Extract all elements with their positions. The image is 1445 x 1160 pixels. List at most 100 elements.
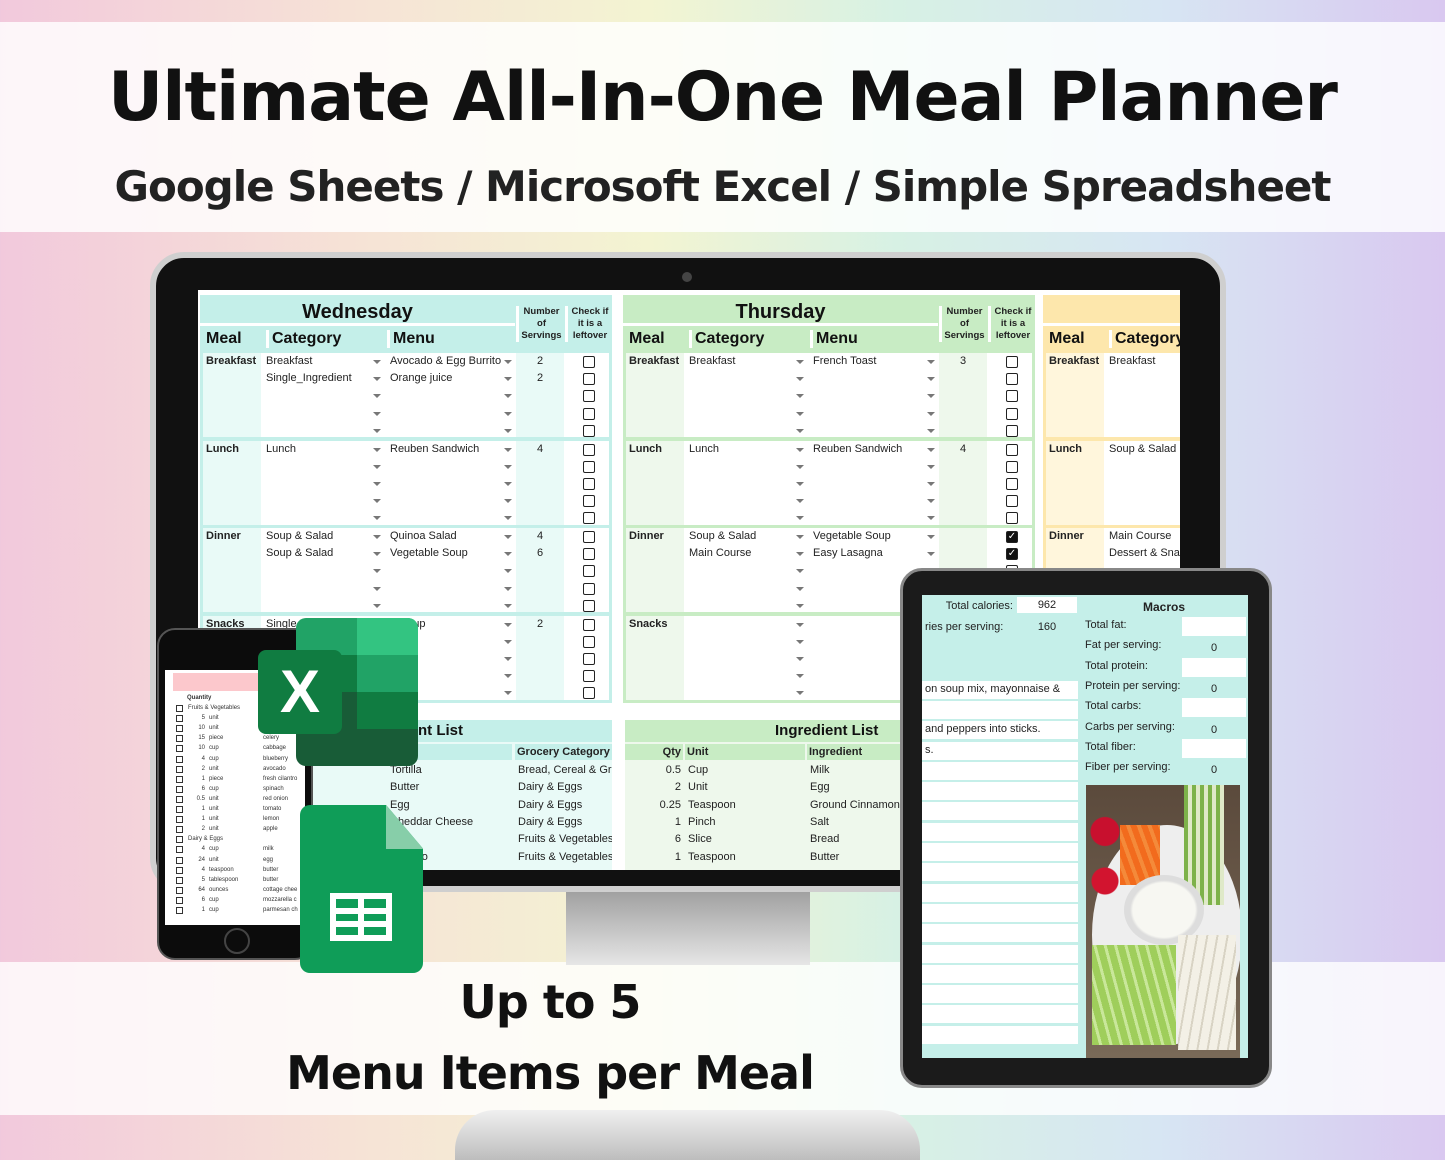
leftover-checkbox[interactable] (1006, 460, 1018, 473)
leftover-checkbox[interactable] (583, 531, 595, 543)
category-dropdown[interactable]: Dessert & Sna (1109, 547, 1180, 559)
dropdown-arrow-icon[interactable] (504, 394, 512, 399)
leftover-checkbox[interactable] (583, 477, 595, 490)
dropdown-arrow-icon[interactable] (796, 360, 804, 364)
grocery-checkbox[interactable] (176, 735, 183, 743)
dropdown-arrow-icon[interactable] (796, 428, 804, 433)
dropdown-arrow-icon[interactable] (504, 516, 512, 521)
dropdown-arrow-icon[interactable] (504, 622, 512, 627)
leftover-checkbox[interactable] (583, 443, 595, 456)
leftover-checkbox[interactable] (1006, 495, 1018, 508)
grocery-checkbox[interactable] (176, 755, 183, 763)
dropdown-arrow-icon[interactable] (504, 639, 512, 644)
dropdown-arrow-icon[interactable] (373, 428, 381, 433)
dropdown-arrow-icon[interactable] (504, 428, 512, 433)
dropdown-arrow-icon[interactable] (373, 447, 381, 452)
grocery-checkbox[interactable] (176, 846, 183, 854)
leftover-checkbox[interactable] (1006, 512, 1018, 525)
dropdown-arrow-icon[interactable] (927, 552, 935, 557)
menu-dropdown[interactable]: Easy Lasagna (813, 547, 925, 559)
dropdown-arrow-icon[interactable] (927, 499, 935, 504)
category-dropdown[interactable]: Main Course (689, 547, 794, 559)
dropdown-arrow-icon[interactable] (373, 377, 381, 382)
dropdown-arrow-icon[interactable] (504, 586, 512, 591)
dropdown-arrow-icon[interactable] (504, 603, 512, 608)
dropdown-arrow-icon[interactable] (373, 394, 381, 399)
menu-dropdown[interactable]: French Toast (813, 355, 925, 367)
dropdown-arrow-icon[interactable] (504, 499, 512, 504)
leftover-checkbox[interactable]: ✓ (1006, 548, 1018, 561)
grocery-checkbox[interactable] (176, 886, 183, 894)
leftover-checkbox[interactable] (583, 652, 595, 665)
dropdown-arrow-icon[interactable] (373, 552, 381, 557)
category-dropdown[interactable]: Soup & Salad (689, 530, 794, 542)
dropdown-arrow-icon[interactable] (796, 674, 804, 679)
grocery-checkbox[interactable] (176, 765, 183, 773)
leftover-checkbox[interactable]: ✓ (1006, 531, 1018, 543)
leftover-checkbox[interactable] (583, 635, 595, 648)
category-dropdown[interactable]: Soup & Salad (1109, 443, 1180, 455)
dropdown-arrow-icon[interactable] (504, 360, 512, 364)
grocery-checkbox[interactable] (176, 715, 183, 723)
dropdown-arrow-icon[interactable] (796, 552, 804, 557)
leftover-checkbox[interactable] (583, 548, 595, 561)
leftover-checkbox[interactable] (583, 373, 595, 386)
dropdown-arrow-icon[interactable] (504, 552, 512, 557)
menu-dropdown[interactable]: Vegetable Soup (813, 530, 925, 542)
grocery-checkbox[interactable] (176, 785, 183, 793)
dropdown-arrow-icon[interactable] (927, 535, 935, 539)
dropdown-arrow-icon[interactable] (373, 569, 381, 574)
leftover-checkbox[interactable] (1006, 356, 1018, 368)
dropdown-arrow-icon[interactable] (504, 674, 512, 679)
grocery-checkbox[interactable] (176, 795, 183, 803)
category-dropdown[interactable]: Breakfast (689, 355, 794, 367)
leftover-checkbox[interactable] (1006, 373, 1018, 386)
dropdown-arrow-icon[interactable] (796, 622, 804, 627)
category-dropdown[interactable]: Soup & Salad (266, 547, 371, 559)
dropdown-arrow-icon[interactable] (504, 447, 512, 452)
grocery-checkbox[interactable] (176, 876, 183, 884)
dropdown-arrow-icon[interactable] (373, 535, 381, 539)
grocery-checkbox[interactable] (176, 705, 183, 712)
leftover-checkbox[interactable] (583, 460, 595, 473)
dropdown-arrow-icon[interactable] (796, 499, 804, 504)
grocery-checkbox[interactable] (176, 775, 183, 783)
leftover-checkbox[interactable] (583, 424, 595, 437)
grocery-checkbox[interactable] (176, 826, 183, 834)
dropdown-arrow-icon[interactable] (373, 516, 381, 521)
leftover-checkbox[interactable] (1006, 477, 1018, 490)
dropdown-arrow-icon[interactable] (504, 411, 512, 416)
dropdown-arrow-icon[interactable] (504, 377, 512, 382)
dropdown-arrow-icon[interactable] (927, 377, 935, 382)
leftover-checkbox[interactable] (583, 582, 595, 595)
dropdown-arrow-icon[interactable] (796, 377, 804, 382)
grocery-checkbox[interactable] (176, 725, 183, 733)
grocery-checkbox[interactable] (176, 806, 183, 813)
grocery-checkbox[interactable] (176, 866, 183, 874)
grocery-checkbox[interactable] (176, 856, 183, 864)
dropdown-arrow-icon[interactable] (373, 411, 381, 416)
dropdown-arrow-icon[interactable] (796, 394, 804, 399)
dropdown-arrow-icon[interactable] (927, 411, 935, 416)
grocery-checkbox[interactable] (176, 816, 183, 824)
dropdown-arrow-icon[interactable] (796, 535, 804, 539)
dropdown-arrow-icon[interactable] (927, 447, 935, 452)
leftover-checkbox[interactable] (583, 599, 595, 612)
leftover-checkbox[interactable] (583, 670, 595, 683)
dropdown-arrow-icon[interactable] (927, 481, 935, 486)
dropdown-arrow-icon[interactable] (504, 569, 512, 574)
dropdown-arrow-icon[interactable] (927, 394, 935, 399)
dropdown-arrow-icon[interactable] (796, 464, 804, 469)
category-dropdown[interactable]: Main Course (1109, 530, 1180, 542)
dropdown-arrow-icon[interactable] (796, 586, 804, 591)
dropdown-arrow-icon[interactable] (796, 481, 804, 486)
dropdown-arrow-icon[interactable] (373, 603, 381, 608)
leftover-checkbox[interactable] (583, 687, 595, 700)
dropdown-arrow-icon[interactable] (927, 516, 935, 521)
dropdown-arrow-icon[interactable] (796, 411, 804, 416)
dropdown-arrow-icon[interactable] (504, 481, 512, 486)
grocery-checkbox[interactable] (176, 896, 183, 904)
dropdown-arrow-icon[interactable] (796, 656, 804, 661)
dropdown-arrow-icon[interactable] (927, 360, 935, 364)
leftover-checkbox[interactable] (583, 565, 595, 578)
